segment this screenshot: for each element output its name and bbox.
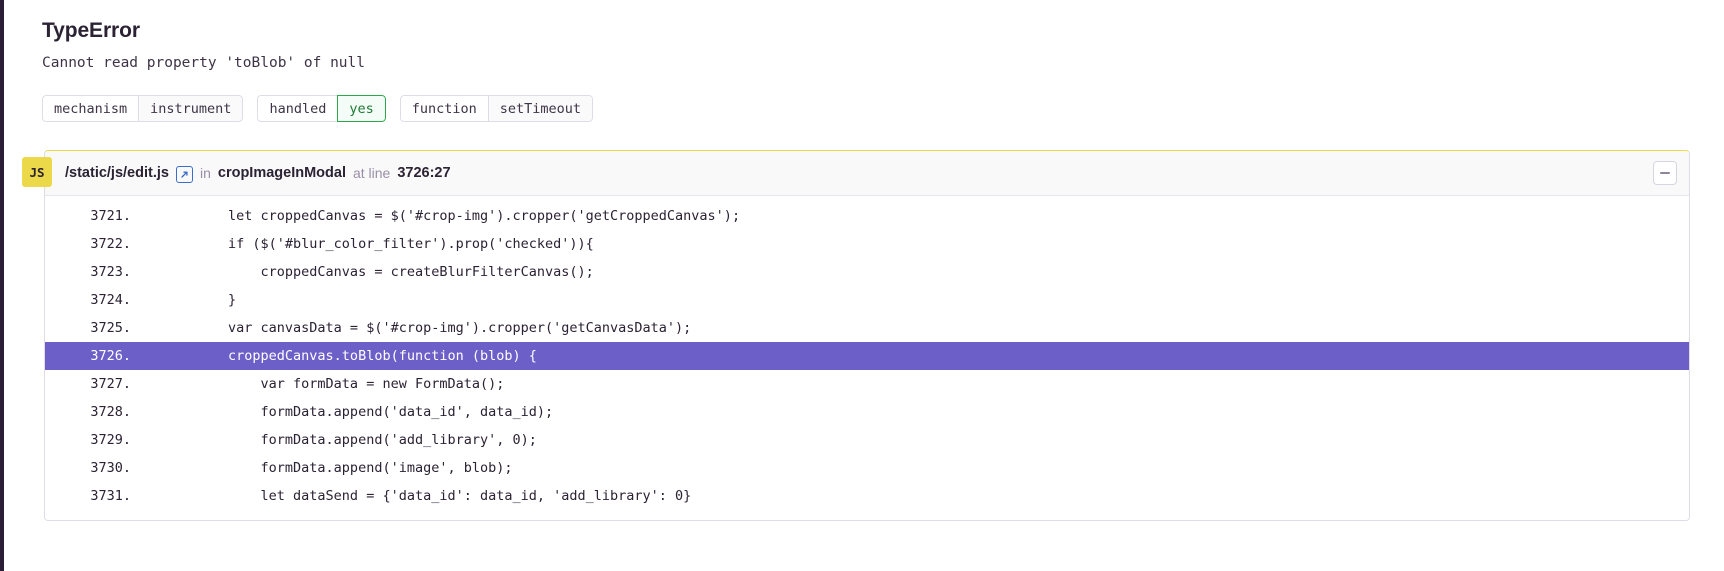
frame-at-line-word: at line [352, 165, 391, 181]
line-number: 3724. [90, 292, 131, 308]
frame-line-reference: 3726:27 [397, 165, 451, 181]
frame-function-name: cropImageInModal [217, 165, 346, 181]
line-number: 3727. [90, 376, 131, 392]
error-message: Cannot read property 'toBlob' of null [42, 55, 366, 71]
line-source: formData.append('data_id', data_id); [163, 404, 554, 420]
code-line[interactable]: 3721. let croppedCanvas = $('#crop-img')… [45, 202, 1689, 230]
code-line[interactable]: 3722. if ($('#blur_color_filter').prop('… [45, 230, 1689, 258]
tag-pill-handled[interactable]: handled yes [257, 95, 386, 122]
code-line[interactable]: 3730. formData.append('image', blob); [45, 454, 1689, 482]
line-number: 3731. [90, 488, 131, 504]
line-source: formData.append('add_library', 0); [163, 432, 537, 448]
code-line[interactable]: 3724. } [45, 286, 1689, 314]
code-line[interactable]: 3729. formData.append('add_library', 0); [45, 426, 1689, 454]
line-number: 3723. [90, 264, 131, 280]
stack-frame-wrapper: JS /static/js/edit.js in cropImageInModa… [22, 150, 1690, 521]
code-line-highlighted[interactable]: 3726. croppedCanvas.toBlob(function (blo… [45, 342, 1689, 370]
line-source: var formData = new FormData(); [163, 376, 505, 392]
line-number: 3726. [90, 348, 131, 364]
frame-filename[interactable]: /static/js/edit.js [65, 165, 169, 181]
javascript-language-badge: JS [22, 157, 52, 187]
tag-key-function: function [399, 95, 488, 122]
code-line[interactable]: 3728. formData.append('data_id', data_id… [45, 398, 1689, 426]
minus-icon [1660, 172, 1670, 174]
tag-pill-mechanism[interactable]: mechanism instrument [42, 95, 244, 122]
tag-pill-function[interactable]: function setTimeout [399, 95, 594, 122]
line-source: if ($('#blur_color_filter').prop('checke… [163, 236, 594, 252]
stack-frame-title: /static/js/edit.js in cropImageInModal a… [65, 165, 1653, 183]
line-number: 3729. [90, 432, 131, 448]
code-line[interactable]: 3727. var formData = new FormData(); [45, 370, 1689, 398]
line-source: croppedCanvas = createBlurFilterCanvas()… [163, 264, 594, 280]
line-source: } [163, 292, 237, 308]
stack-frame-panel: /static/js/edit.js in cropImageInModal a… [44, 150, 1690, 521]
tag-pill-row: mechanism instrument handled yes functio… [42, 95, 1724, 122]
code-line[interactable]: 3723. croppedCanvas = createBlurFilterCa… [45, 258, 1689, 286]
line-number: 3730. [90, 460, 131, 476]
tag-key-handled: handled [257, 95, 338, 122]
tag-value-handled[interactable]: yes [337, 95, 386, 122]
error-header: TypeError Cannot read property 'toBlob' … [4, 0, 1724, 122]
tag-value-mechanism[interactable]: instrument [138, 95, 244, 122]
error-type-title: TypeError [42, 19, 140, 42]
frame-in-word: in [199, 165, 211, 181]
source-code-list: 3721. let croppedCanvas = $('#crop-img')… [45, 196, 1689, 520]
line-number: 3722. [90, 236, 131, 252]
line-source: var canvasData = $('#crop-img').cropper(… [163, 320, 692, 336]
stack-frame-header[interactable]: /static/js/edit.js in cropImageInModal a… [45, 151, 1689, 196]
line-number: 3721. [90, 208, 131, 224]
line-source: let croppedCanvas = $('#crop-img').cropp… [163, 208, 741, 224]
external-link-icon[interactable] [175, 165, 193, 183]
line-source: formData.append('image', blob); [163, 460, 513, 476]
code-line[interactable]: 3725. var canvasData = $('#crop-img').cr… [45, 314, 1689, 342]
line-number: 3725. [90, 320, 131, 336]
error-detail-page: TypeError Cannot read property 'toBlob' … [4, 0, 1724, 571]
code-line[interactable]: 3731. let dataSend = {'data_id': data_id… [45, 482, 1689, 510]
line-source: let dataSend = {'data_id': data_id, 'add… [163, 488, 692, 504]
line-source: croppedCanvas.toBlob(function (blob) { [163, 348, 537, 364]
tag-key-mechanism: mechanism [42, 95, 139, 122]
tag-value-function[interactable]: setTimeout [487, 95, 594, 122]
collapse-frame-button[interactable] [1653, 161, 1677, 185]
line-number: 3728. [90, 404, 131, 420]
